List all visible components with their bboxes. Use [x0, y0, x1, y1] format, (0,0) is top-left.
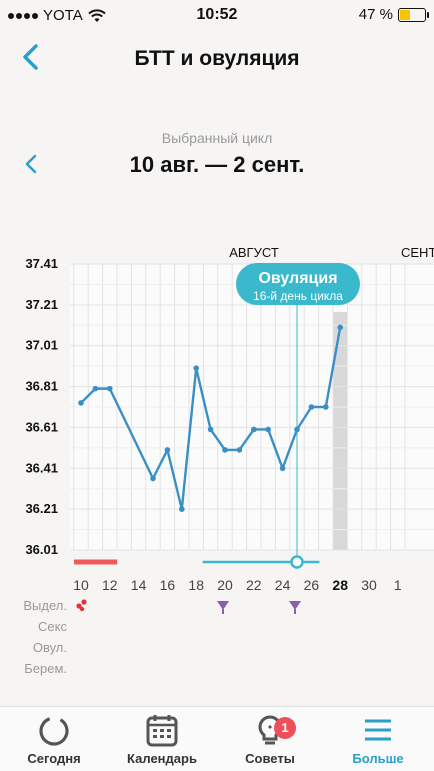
temperature-point[interactable] — [179, 506, 185, 512]
temperature-point[interactable] — [164, 447, 171, 453]
y-tick-label: 36.61 — [25, 419, 58, 434]
temperature-point[interactable] — [150, 475, 156, 482]
battery-info: 47 % — [358, 6, 429, 23]
battery-icon — [398, 7, 429, 22]
x-tick-label: 14 — [131, 577, 147, 593]
y-tick-label: 37.41 — [25, 256, 58, 271]
cycle-label: Выбранный цикл — [161, 130, 273, 146]
month-label: АВГУСТ — [229, 245, 279, 260]
discharge-drop-icon — [81, 599, 87, 605]
ovulation-tooltip-title: Овуляция — [258, 270, 337, 287]
temperature-point[interactable] — [265, 426, 272, 433]
y-tick-label: 37.21 — [25, 297, 58, 312]
x-tick-label: 18 — [188, 577, 204, 593]
x-tick-label: 1 — [394, 577, 402, 593]
tab-tips[interactable]: 1 Советы — [216, 707, 324, 771]
cycle-range: 10 авг. — 2 сент. — [129, 152, 305, 177]
temperature-point[interactable] — [323, 404, 329, 410]
tab-today-label: Сегодня — [27, 751, 81, 766]
ovulation-tooltip-subtitle: 16-й день цикла — [253, 289, 343, 303]
x-tick-label: 22 — [246, 577, 262, 593]
status-bar: YOTA 10:52 47 % — [0, 0, 434, 30]
y-tick-label: 36.81 — [25, 379, 58, 394]
temperature-point[interactable] — [279, 465, 286, 472]
temperature-point[interactable] — [107, 385, 113, 392]
y-tick-label: 36.41 — [25, 460, 58, 475]
tab-more-label: Больше — [352, 751, 404, 766]
battery-percent: 47 % — [358, 6, 393, 23]
temperature-point[interactable] — [294, 426, 300, 433]
discharge-drop-icon — [79, 606, 85, 612]
month-label: СЕНТ — [401, 245, 434, 260]
temperature-point[interactable] — [337, 324, 344, 331]
page-title: БТТ и овуляция — [134, 47, 300, 70]
tab-calendar-label: Календарь — [127, 751, 197, 766]
temperature-point[interactable] — [236, 447, 243, 453]
row-label: Берем. — [24, 661, 67, 676]
tab-bar: Сегодня Календарь 1 Советы Больше — [0, 706, 434, 771]
temperature-point[interactable] — [222, 447, 228, 453]
nav-header: БТТ и овуляция — [0, 30, 434, 86]
ovulation-marker[interactable] — [290, 555, 304, 569]
ring-icon — [39, 716, 69, 746]
x-tick-label: 30 — [361, 577, 377, 593]
x-tick-label: 16 — [160, 577, 176, 593]
ovulation-test-icon — [217, 601, 229, 610]
row-label: Выдел. — [23, 598, 67, 613]
temperature-point[interactable] — [207, 426, 214, 433]
y-tick-label: 36.01 — [25, 542, 58, 557]
x-tick-label: 10 — [73, 577, 89, 593]
temperature-point[interactable] — [78, 400, 84, 406]
temperature-point[interactable] — [308, 404, 315, 410]
tab-today[interactable]: Сегодня — [0, 707, 108, 771]
tab-tips-label: Советы — [245, 751, 295, 766]
calendar-icon — [146, 715, 178, 747]
x-tick-label: 12 — [102, 577, 118, 593]
temperature-point[interactable] — [92, 385, 99, 392]
tab-calendar[interactable]: Календарь — [108, 707, 216, 771]
x-tick-label: 28 — [332, 577, 348, 593]
row-label: Секс — [38, 619, 67, 634]
temperature-point[interactable] — [251, 426, 257, 433]
menu-icon — [365, 719, 391, 741]
ovulation-test-icon — [289, 601, 301, 610]
temperature-point[interactable] — [193, 365, 199, 371]
x-tick-label: 20 — [217, 577, 233, 593]
x-tick-label: 24 — [275, 577, 291, 593]
y-tick-label: 37.01 — [25, 338, 58, 353]
x-tick-label: 26 — [304, 577, 320, 593]
notification-badge: 1 — [274, 717, 296, 739]
row-label: Овул. — [33, 640, 67, 655]
tab-more[interactable]: Больше — [324, 707, 432, 771]
bbt-chart[interactable]: 37.41 37.21 37.01 36.81 36.61 36.41 36.21 36.01… — [0, 230, 434, 700]
y-tick-label: 36.21 — [25, 501, 58, 516]
